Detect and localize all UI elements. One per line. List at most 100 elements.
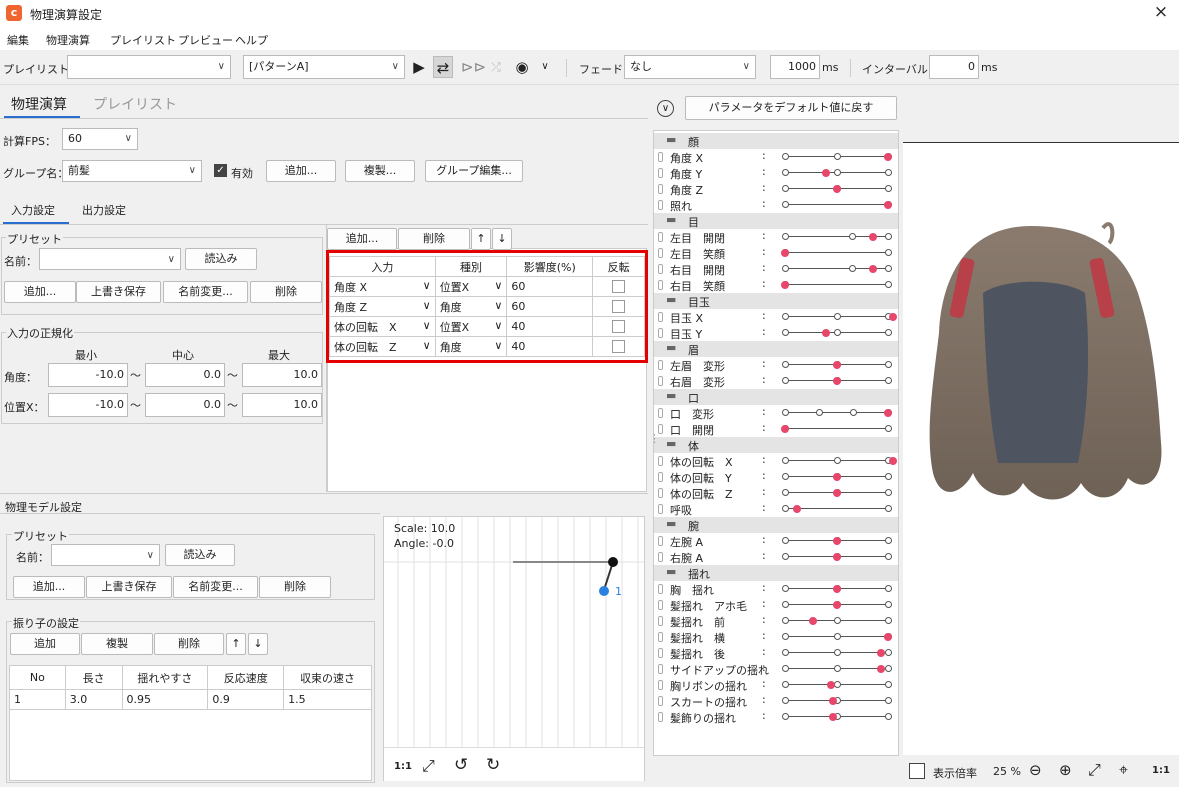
close-icon[interactable]: × (1151, 2, 1171, 22)
tab-output-settings[interactable]: 出力設定 (82, 202, 126, 218)
move-up-button[interactable]: ↑ (471, 228, 491, 250)
param-slider[interactable] (782, 201, 892, 209)
tab-playlist[interactable]: プレイリスト (93, 94, 177, 114)
rotate-right-icon[interactable]: ↻ (486, 755, 500, 775)
pendulum-add-button[interactable]: 追加 (10, 633, 80, 655)
param-group-header[interactable]: ▬ 体 (654, 437, 898, 453)
param-slider[interactable] (782, 713, 892, 721)
slider-handle[interactable] (832, 489, 841, 497)
slider-handle[interactable] (832, 361, 841, 369)
preset-overwrite-button[interactable]: 上書き保存 (76, 281, 161, 303)
slider-handle[interactable] (868, 265, 877, 273)
interval-input[interactable]: 0 (929, 55, 979, 79)
param-slider[interactable] (782, 489, 892, 497)
slider-handle[interactable] (884, 633, 892, 641)
preset-load-button[interactable]: 読込み (185, 248, 257, 270)
playlist-select[interactable]: ∨ (67, 55, 231, 79)
tab-input-settings[interactable]: 入力設定 (11, 202, 55, 218)
param-slider[interactable] (782, 185, 892, 193)
group-copy-button[interactable]: 複製... (345, 160, 415, 182)
group-add-button[interactable]: 追加... (266, 160, 336, 182)
slider-handle[interactable] (781, 281, 789, 289)
model-name-select[interactable]: ∨ (51, 544, 160, 566)
param-slider[interactable] (782, 265, 892, 273)
param-group-header[interactable]: ▬ 目玉 (654, 293, 898, 309)
slider-handle[interactable] (832, 185, 841, 193)
rotate-left-icon[interactable]: ↺ (454, 755, 468, 775)
param-slider[interactable] (782, 361, 892, 369)
repeat-icon[interactable]: ⇄ (433, 56, 453, 78)
table-cell[interactable]: 1 (9, 689, 66, 710)
param-slider[interactable] (782, 553, 892, 561)
param-slider[interactable] (781, 281, 892, 289)
slider-handle[interactable] (889, 457, 898, 465)
pendulum-delete-button[interactable]: 削除 (154, 633, 224, 655)
slider-handle[interactable] (832, 377, 841, 385)
slider-handle[interactable] (793, 505, 802, 513)
param-slider[interactable] (782, 313, 898, 321)
param-slider[interactable] (781, 425, 892, 433)
pendulum-copy-button[interactable]: 複製 (81, 633, 153, 655)
param-slider[interactable] (782, 233, 892, 241)
normalize-max-input[interactable]: 10.0 (242, 363, 322, 387)
zoom-out-icon[interactable]: ⊖ (1029, 761, 1042, 779)
zoom-in-icon[interactable]: ⊕ (1059, 761, 1072, 779)
preset-add-button[interactable]: 追加... (4, 281, 76, 303)
zoom-11-button[interactable]: 1:1 (1152, 765, 1170, 776)
table-cell[interactable]: 0.9 (207, 689, 285, 710)
slider-handle[interactable] (889, 313, 898, 321)
center-icon[interactable]: ⌖ (1119, 760, 1128, 780)
fit-icon[interactable]: ⤢ (1088, 760, 1101, 780)
table-cell[interactable]: 0.95 (121, 689, 209, 710)
preset-name-select[interactable]: ∨ (39, 248, 181, 270)
param-slider[interactable] (782, 169, 892, 177)
table-cell[interactable]: 3.0 (64, 689, 123, 710)
table-cell[interactable]: 1.5 (283, 689, 372, 710)
shuffle-icon[interactable]: ⤮ (486, 56, 506, 78)
param-slider[interactable] (782, 665, 892, 673)
model-viewer[interactable] (903, 142, 1179, 755)
slider-handle[interactable] (832, 473, 841, 481)
move-down-button[interactable]: ↓ (248, 633, 268, 655)
normalize-mid-input[interactable]: 0.0 (145, 363, 225, 387)
param-slider[interactable] (782, 473, 892, 481)
zoom-checkbox[interactable] (909, 763, 925, 779)
slider-handle[interactable] (822, 329, 831, 337)
preset-rename-button[interactable]: 名前変更... (163, 281, 248, 303)
move-up-button[interactable]: ↑ (226, 633, 246, 655)
param-slider[interactable] (782, 377, 892, 385)
table-row[interactable]: 1 3.0 0.95 0.9 1.5 (9, 689, 372, 710)
enabled-checkbox[interactable]: ✓ (214, 164, 227, 177)
slider-handle[interactable] (781, 249, 789, 257)
group-edit-button[interactable]: グループ編集... (425, 160, 523, 182)
chevron-down-icon[interactable]: ∨ (535, 56, 555, 78)
param-slider[interactable] (782, 617, 892, 625)
fit-icon[interactable]: ⤢ (422, 756, 435, 776)
model-add-button[interactable]: 追加... (13, 576, 85, 598)
normalize-mid-input[interactable]: 0.0 (145, 393, 225, 417)
fade-select[interactable]: なし ∨ (624, 55, 756, 79)
splitter-handle[interactable]: ⋮ (649, 432, 660, 445)
reset-params-button[interactable]: パラメータをデフォルト値に戻す (685, 96, 897, 120)
normalize-min-input[interactable]: -10.0 (48, 393, 128, 417)
normalize-max-input[interactable]: 10.0 (242, 393, 322, 417)
param-slider[interactable] (782, 153, 892, 161)
fps-select[interactable]: 60 ∨ (62, 128, 138, 150)
model-load-button[interactable]: 読込み (165, 544, 235, 566)
slider-handle[interactable] (832, 553, 841, 561)
param-group-header[interactable]: ▬ 顔 (654, 133, 898, 149)
slider-handle[interactable] (781, 425, 789, 433)
param-group-header[interactable]: ▬ 腕 (654, 517, 898, 533)
model-rename-button[interactable]: 名前変更... (173, 576, 258, 598)
pattern-select[interactable]: [パターンA] ∨ (243, 55, 405, 79)
input-add-button[interactable]: 追加... (327, 228, 397, 250)
param-slider[interactable] (782, 537, 892, 545)
param-slider[interactable] (782, 457, 898, 465)
record-icon[interactable]: ◉ (512, 56, 532, 78)
model-overwrite-button[interactable]: 上書き保存 (86, 576, 172, 598)
slider-handle[interactable] (832, 537, 841, 545)
param-slider[interactable] (782, 681, 892, 689)
param-slider[interactable] (782, 649, 892, 657)
param-group-header[interactable]: ▬ 眉 (654, 341, 898, 357)
slider-handle[interactable] (876, 649, 885, 657)
